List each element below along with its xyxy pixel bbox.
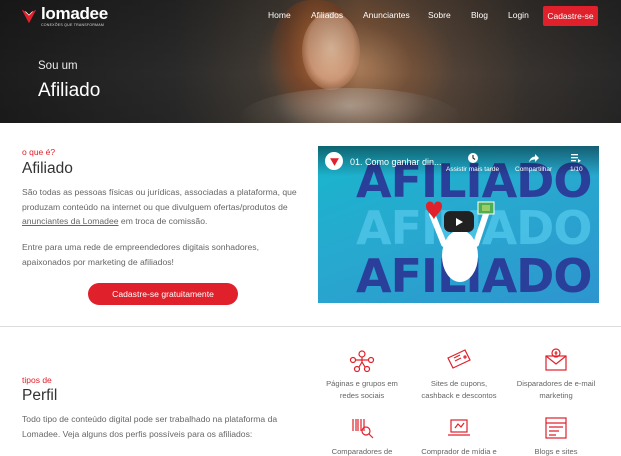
profile-coupon-sites: Sites de cupons, cashback e descontos <box>414 346 504 402</box>
barcode-search-icon <box>352 419 374 439</box>
about-text-start: São todas as pessoas físicas ou jurídica… <box>22 187 297 212</box>
about-invite-text: Entre para uma rede de empreendedores di… <box>22 242 259 267</box>
video-player[interactable]: AFILIADO AFILIADO AFILIADO 01. Como ganh… <box>318 146 599 303</box>
playlist-count: 1/10 <box>570 166 583 173</box>
profiles-eyebrow: tipos de <box>22 375 52 385</box>
playlist-icon <box>571 154 582 163</box>
section-divider <box>0 326 621 327</box>
brand-logo[interactable]: lomadee CONEXÕES QUE TRANSFORMAM <box>20 5 108 27</box>
about-title: Afiliado <box>22 160 73 177</box>
nav-sobre[interactable]: Sobre <box>428 10 451 20</box>
profile-social-pages: Páginas e grupos em redes sociais <box>317 346 407 402</box>
video-title[interactable]: 01. Como ganhar din... <box>350 157 442 167</box>
email-icon <box>545 348 567 371</box>
hero-banner: lomadee CONEXÕES QUE TRANSFORMAM Home Af… <box>0 0 621 123</box>
hero-subtitle: Sou um <box>38 60 78 72</box>
clock-icon <box>467 153 478 163</box>
lomadee-heart-icon <box>21 9 37 24</box>
about-eyebrow: o que é? <box>22 147 56 157</box>
browser-www-icon <box>545 417 567 439</box>
profile-email-senders: Disparadores de e-mail marketing <box>511 346 601 402</box>
advertisers-link[interactable]: anunciantes da Lomadee <box>22 216 119 226</box>
share-arrow-icon <box>528 154 539 163</box>
brand-tagline: CONEXÕES QUE TRANSFORMAM <box>41 23 105 27</box>
profiles-title: Perfil <box>22 387 58 404</box>
play-button[interactable] <box>444 211 474 232</box>
top-navbar: lomadee CONEXÕES QUE TRANSFORMAM Home Af… <box>0 0 621 34</box>
nav-anunciantes[interactable]: Anunciantes <box>363 10 410 20</box>
share-button[interactable]: Compartilhar <box>515 152 552 173</box>
about-description: São todas as pessoas físicas ou jurídica… <box>22 185 307 229</box>
laptop-icon <box>448 419 470 436</box>
coupon-icon <box>447 349 471 369</box>
playlist-button[interactable]: 1/10 <box>570 152 583 173</box>
nav-home[interactable]: Home <box>268 10 291 20</box>
about-text-end: em troca de comissão. <box>118 216 208 227</box>
people-network-icon <box>349 350 375 373</box>
nav-login[interactable]: Login <box>508 10 529 20</box>
nav-afiliados[interactable]: Afiliados <box>311 10 343 20</box>
profile-comparators: Comparadores de <box>317 414 407 456</box>
profile-label: Páginas e grupos em redes sociais <box>326 379 398 400</box>
watch-later-label: Assistir mais tarde <box>446 166 500 173</box>
profile-blogs: Blogs e sites <box>511 414 601 456</box>
profile-label: Blogs e sites <box>534 447 578 456</box>
profile-label: Comparadores de <box>331 447 393 456</box>
profile-media-buyer: Comprador de mídia e <box>414 414 504 456</box>
profile-label: Sites de cupons, cashback e descontos <box>421 379 497 400</box>
nav-blog[interactable]: Blog <box>471 10 488 20</box>
profile-label: Comprador de mídia e <box>421 447 497 456</box>
profile-label: Disparadores de e-mail marketing <box>516 379 596 400</box>
play-icon <box>456 217 463 226</box>
share-label: Compartilhar <box>515 166 553 173</box>
watch-later-button[interactable]: Assistir mais tarde <box>446 152 499 173</box>
signup-nav-button[interactable]: Cadastre-se <box>543 6 598 26</box>
brand-name: lomadee <box>41 4 108 23</box>
channel-logo-icon[interactable] <box>325 152 343 170</box>
profiles-description: Todo tipo de conteúdo digital pode ser t… <box>22 414 278 439</box>
hero-title: Afiliado <box>38 80 101 101</box>
signup-free-button[interactable]: Cadastre-se gratuitamente <box>88 283 238 305</box>
